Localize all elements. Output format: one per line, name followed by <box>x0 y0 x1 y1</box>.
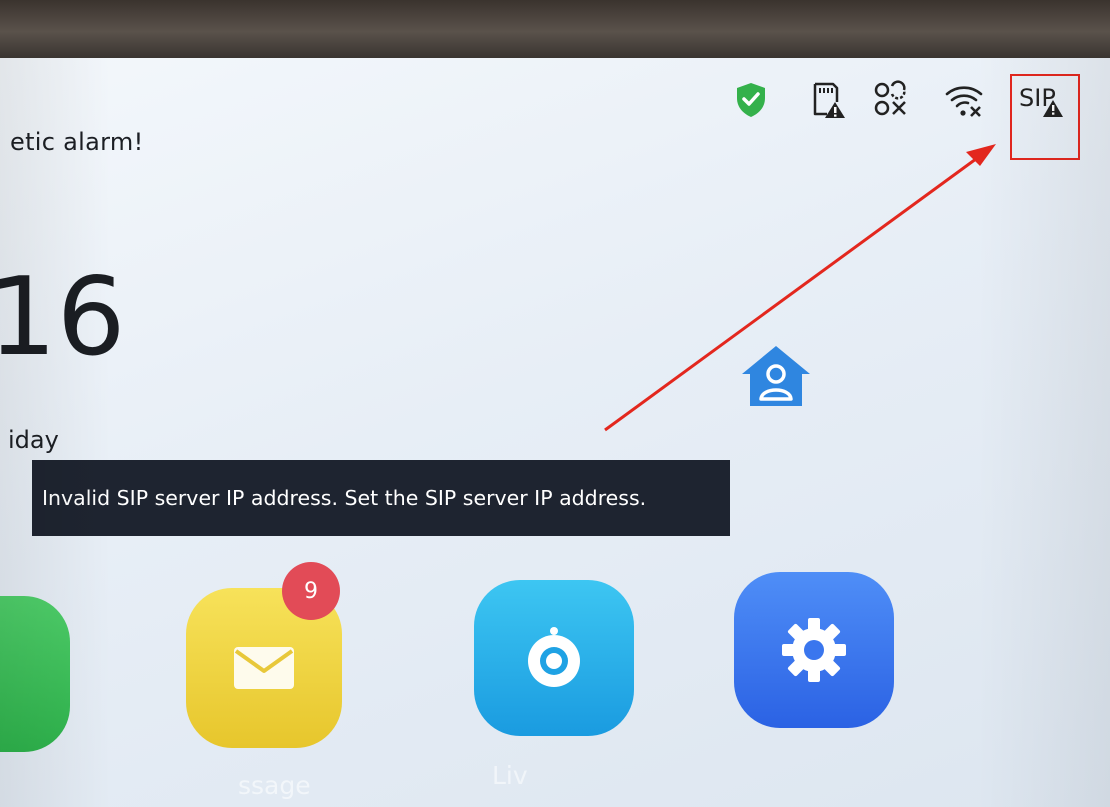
sd-card-warning-icon[interactable] <box>804 80 846 120</box>
unread-badge: 9 <box>282 562 340 620</box>
toast-text: Invalid SIP server IP address. Set the S… <box>42 486 647 510</box>
settings-app-button[interactable] <box>734 572 894 728</box>
user-home-icon[interactable] <box>740 344 812 408</box>
wifi-disconnected-icon[interactable] <box>944 80 986 120</box>
call-app-button[interactable] <box>0 596 70 752</box>
envelope-icon <box>234 647 294 689</box>
camera-icon <box>528 627 580 687</box>
network-disconnected-icon[interactable] <box>870 80 912 120</box>
weekday-text: iday <box>8 426 59 454</box>
device-screen: SIP etic alarm! 16 iday Invalid SIP serv… <box>0 58 1110 807</box>
date-number: 16 <box>0 255 126 380</box>
alarm-message: etic alarm! <box>10 128 144 156</box>
gear-icon <box>782 618 846 682</box>
shield-check-icon[interactable] <box>733 80 769 120</box>
message-app-label: ssage <box>238 771 311 800</box>
sip-highlight-box <box>1010 74 1080 160</box>
live-view-app-label: Liv <box>492 761 528 790</box>
live-view-app-button[interactable] <box>474 580 634 736</box>
error-toast: Invalid SIP server IP address. Set the S… <box>32 460 730 536</box>
